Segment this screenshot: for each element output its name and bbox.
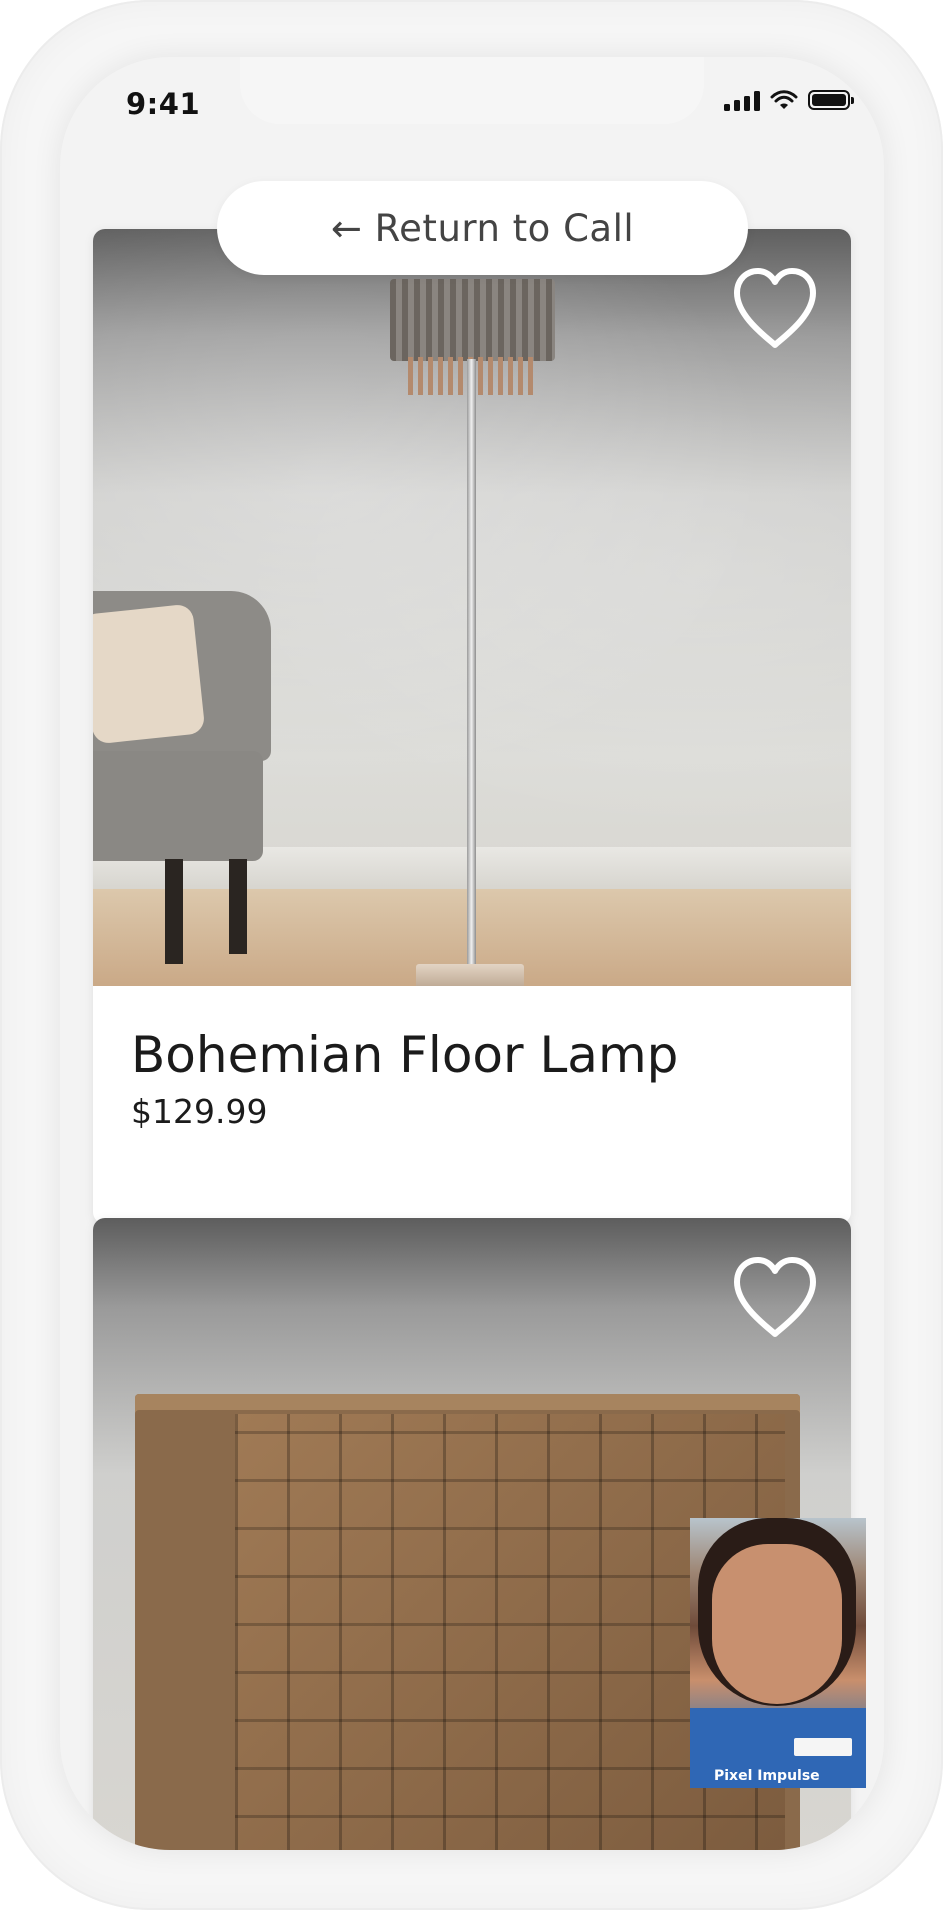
- status-icons: [724, 89, 854, 111]
- phone-frame: 9:41 Bohemian Floor Lamp $129.99 ← Retur…: [0, 0, 943, 1910]
- caller-face: [712, 1544, 842, 1704]
- name-badge: [794, 1738, 852, 1756]
- product-title: Bohemian Floor Lamp: [131, 1026, 679, 1084]
- wifi-icon: [770, 90, 798, 109]
- phone-screen: 9:41 Bohemian Floor Lamp $129.99 ← Retur…: [60, 57, 884, 1850]
- favorite-heart-icon[interactable]: [729, 1254, 821, 1342]
- shirt-text: Pixel Impulse: [714, 1768, 820, 1784]
- video-call-pip[interactable]: Pixel Impulse: [690, 1518, 866, 1788]
- status-time: 9:41: [126, 87, 201, 121]
- product-card-lamp[interactable]: Bohemian Floor Lamp $129.99: [93, 229, 851, 1224]
- battery-icon: [808, 90, 854, 110]
- favorite-heart-icon[interactable]: [729, 265, 821, 353]
- product-price: $129.99: [131, 1092, 268, 1131]
- return-to-call-button[interactable]: ← Return to Call: [217, 181, 748, 275]
- product-image-lamp[interactable]: [93, 229, 851, 986]
- product-info: Bohemian Floor Lamp $129.99: [93, 986, 851, 1161]
- device-notch: [240, 57, 704, 124]
- signal-icon: [724, 89, 760, 111]
